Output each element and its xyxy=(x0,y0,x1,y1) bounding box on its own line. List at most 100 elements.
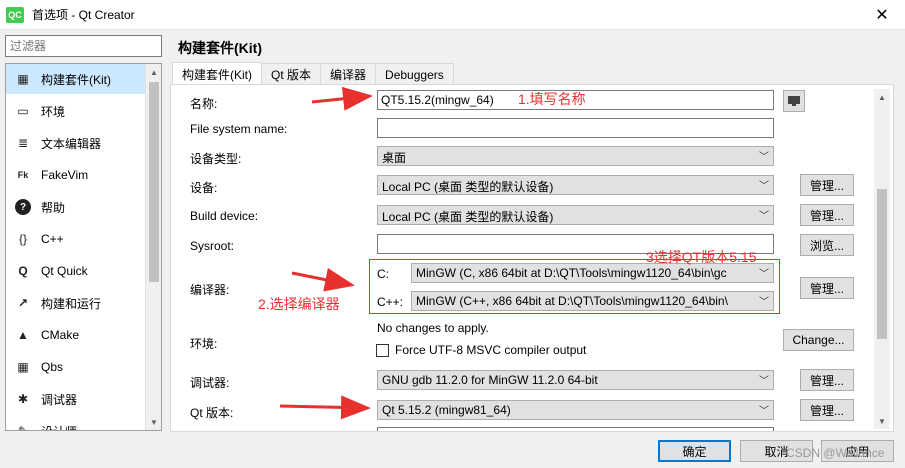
device-combo[interactable]: Local PC (桌面 类型的默认设备) ﹀ xyxy=(377,175,774,195)
environment-value: No changes to apply. xyxy=(377,321,489,335)
category-label: 设计师 xyxy=(41,423,77,431)
filter-input[interactable] xyxy=(5,35,162,57)
category-item-build-run[interactable]: ↗ 构建和运行 xyxy=(6,288,146,318)
category-label: Qbs xyxy=(41,360,64,374)
category-item-text-editor[interactable]: ≣ 文本编辑器 xyxy=(6,128,146,158)
qt-version-combo[interactable]: Qt 5.15.2 (mingw81_64) ﹀ xyxy=(377,400,774,420)
force-utf8-checkbox[interactable] xyxy=(376,344,389,357)
qbs-icon: ▦ xyxy=(17,360,29,374)
manage-build-device-button[interactable]: 管理... xyxy=(800,204,854,226)
title-bar: QC 首选项 - Qt Creator ✕ xyxy=(0,0,905,30)
monitor-icon xyxy=(788,96,800,106)
category-item-qt-quick[interactable]: Q Qt Quick xyxy=(6,256,146,286)
kit-icon-button[interactable] xyxy=(783,90,805,112)
category-label: 构建和运行 xyxy=(41,296,102,311)
build-device-value: Local PC (桌面 类型的默认设备) xyxy=(382,210,554,224)
category-label: 调试器 xyxy=(41,392,78,407)
category-label: 环境 xyxy=(41,104,66,119)
compiler-label: 编译器: xyxy=(190,283,230,297)
force-utf8-label: Force UTF-8 MSVC compiler output xyxy=(395,343,587,357)
category-item-environment[interactable]: ▭ 环境 xyxy=(6,96,146,126)
category-item-cmake[interactable]: ▲ CMake xyxy=(6,320,146,350)
device-type-combo[interactable]: 桌面 ﹀ xyxy=(377,146,774,166)
device-type-value: 桌面 xyxy=(382,151,407,165)
scroll-down-icon[interactable]: ▼ xyxy=(146,414,161,430)
watermark: CSDN @Wallance xyxy=(786,446,885,460)
change-environment-button[interactable]: Change... xyxy=(783,329,854,351)
cmake-icon: ▲ xyxy=(17,328,29,342)
category-label: 文本编辑器 xyxy=(41,136,102,151)
bug-icon: ✱ xyxy=(17,392,29,406)
build-device-combo[interactable]: Local PC (桌面 类型的默认设备) ﹀ xyxy=(377,205,774,225)
tab-kits[interactable]: 构建套件(Kit) xyxy=(172,62,262,85)
annotation-step2: 2.选择编译器 xyxy=(258,296,340,312)
fakevim-icon: Fk xyxy=(17,170,29,180)
manage-compiler-button[interactable]: 管理... xyxy=(800,277,854,299)
monitor-icon: ▭ xyxy=(17,104,29,118)
window-title: 首选项 - Qt Creator xyxy=(32,8,135,22)
device-value: Local PC (桌面 类型的默认设备) xyxy=(382,180,554,194)
browse-sysroot-button[interactable]: 浏览... xyxy=(800,234,854,256)
annotation-step1: 1.填写名称 xyxy=(518,91,586,107)
tab-debuggers[interactable]: Debuggers xyxy=(375,63,454,85)
next-row-field[interactable] xyxy=(377,427,774,431)
hammer-icon: ↗ xyxy=(17,296,29,310)
designer-icon: ✎ xyxy=(17,424,29,431)
chevron-down-icon: ﹀ xyxy=(759,376,769,387)
category-label: FakeVim xyxy=(41,168,89,182)
file-system-name-field[interactable] xyxy=(377,118,774,138)
device-label: 设备: xyxy=(190,181,218,195)
manage-qt-version-button[interactable]: 管理... xyxy=(800,399,854,421)
chevron-down-icon: ﹀ xyxy=(759,181,769,192)
category-list[interactable]: ▦ 构建套件(Kit) ▭ 环境 ≣ 文本编辑器 Fk FakeVim ? 帮助… xyxy=(5,63,162,431)
category-label: 帮助 xyxy=(41,200,66,215)
ok-button[interactable]: 确定 xyxy=(658,440,731,462)
name-label: 名称: xyxy=(190,97,218,111)
manage-device-button[interactable]: 管理... xyxy=(800,174,854,196)
category-item-qbs[interactable]: ▦ Qbs xyxy=(6,352,146,382)
tab-qt-versions[interactable]: Qt 版本 xyxy=(261,63,322,85)
debugger-value: GNU gdb 11.2.0 for MinGW 11.2.0 64-bit xyxy=(382,373,598,387)
debugger-label: 调试器: xyxy=(190,376,230,390)
qt-version-value: Qt 5.15.2 (mingw81_64) xyxy=(382,403,511,417)
page-title: 构建套件(Kit) xyxy=(178,40,262,56)
category-item-debugger[interactable]: ✱ 调试器 xyxy=(6,384,146,414)
file-system-name-label: File system name: xyxy=(190,122,288,136)
annotation-step3: 3选择QT版本5.15 xyxy=(646,249,757,265)
device-type-label: 设备类型: xyxy=(190,152,242,166)
braces-icon: {} xyxy=(18,232,27,246)
scroll-thumb[interactable] xyxy=(877,189,887,339)
category-item-cpp[interactable]: {} C++ xyxy=(6,224,146,254)
close-icon[interactable]: ✕ xyxy=(859,0,905,30)
compiler-highlight-box xyxy=(369,259,780,314)
kit-settings-panel: 名称: QT5.15.2(mingw_64) File system name:… xyxy=(170,84,894,432)
tab-bar: 构建套件(Kit) Qt 版本 编译器 Debuggers xyxy=(172,62,454,85)
category-item-kits[interactable]: ▦ 构建套件(Kit) xyxy=(6,64,146,94)
help-icon: ? xyxy=(15,199,31,215)
category-scrollbar[interactable]: ▲ ▼ xyxy=(145,64,161,430)
build-device-label: Build device: xyxy=(190,209,259,223)
debugger-combo[interactable]: GNU gdb 11.2.0 for MinGW 11.2.0 64-bit ﹀ xyxy=(377,370,774,390)
category-label: C++ xyxy=(41,232,64,246)
scroll-down-icon[interactable]: ▼ xyxy=(874,413,890,429)
category-item-designer[interactable]: ✎ 设计师 xyxy=(6,416,146,431)
category-label: Qt Quick xyxy=(41,264,88,278)
scroll-up-icon[interactable]: ▲ xyxy=(874,89,890,105)
category-item-help[interactable]: ? 帮助 xyxy=(6,192,146,222)
scroll-up-icon[interactable]: ▲ xyxy=(146,64,161,80)
category-item-fakevim[interactable]: Fk FakeVim xyxy=(6,160,146,190)
text-editor-icon: ≣ xyxy=(17,136,29,150)
category-label: CMake xyxy=(41,328,80,342)
tab-compilers[interactable]: 编译器 xyxy=(320,63,377,85)
chevron-down-icon: ﹀ xyxy=(759,211,769,222)
qt-quick-icon: Q xyxy=(18,264,28,278)
qt-version-label: Qt 版本: xyxy=(190,406,234,420)
kit-icon: ▦ xyxy=(17,72,29,86)
panel-scrollbar[interactable]: ▲ ▼ xyxy=(874,89,890,429)
manage-debugger-button[interactable]: 管理... xyxy=(800,369,854,391)
scroll-thumb[interactable] xyxy=(149,82,159,282)
chevron-down-icon: ﹀ xyxy=(759,406,769,417)
qt-creator-app-icon: QC xyxy=(6,6,24,23)
environment-label: 环境: xyxy=(190,337,218,351)
sysroot-label: Sysroot: xyxy=(190,239,235,253)
